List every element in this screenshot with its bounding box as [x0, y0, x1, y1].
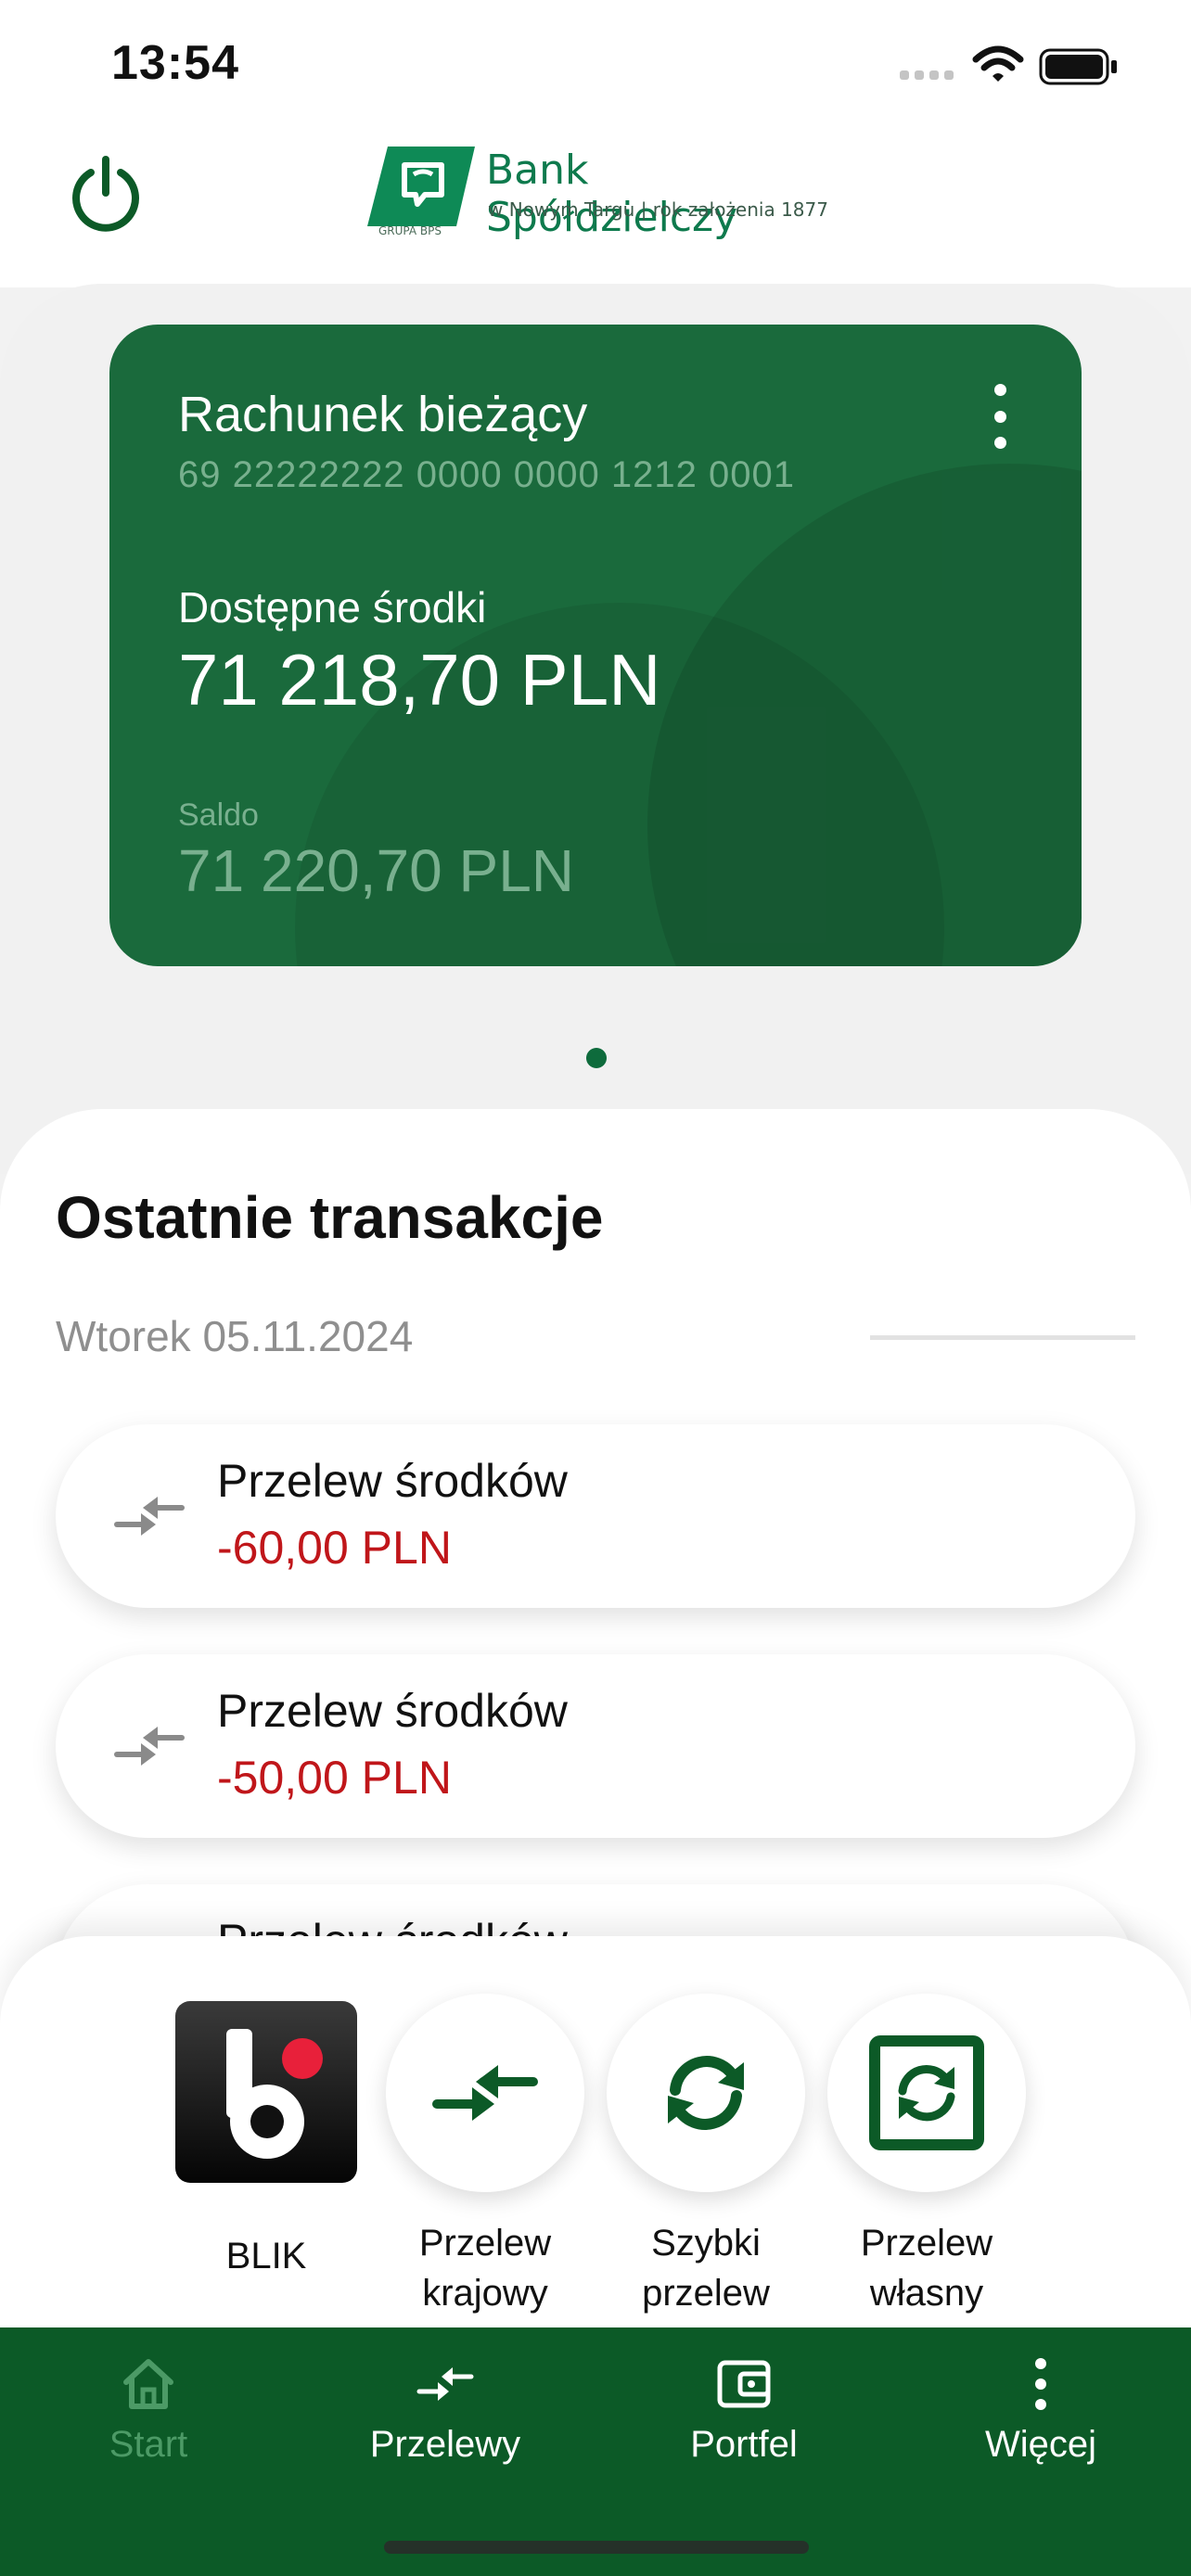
section-title: Ostatnie transakcje — [56, 1184, 604, 1251]
nav-label: Przelewy — [369, 2424, 521, 2465]
refresh-icon — [668, 2056, 744, 2130]
quick-transfer-button[interactable]: Szybki przelew — [607, 1994, 805, 2318]
transfer-icon — [114, 1727, 185, 1766]
bank-logo-mark-icon — [367, 147, 475, 226]
transaction-amount: -50,00 PLN — [217, 1752, 452, 1804]
nav-label: Więcej — [984, 2424, 1097, 2465]
bank-group: GRUPA BPS — [378, 224, 442, 237]
bank-logo: Bank Spółdzielczy w Nowym Targu | rok za… — [367, 139, 831, 241]
nav-label: Portfel — [690, 2424, 798, 2465]
bank-name: Bank Spółdzielczy — [486, 147, 738, 241]
logout-button[interactable] — [61, 148, 150, 237]
transaction-date-label: Wtorek 05.11.2024 — [56, 1312, 414, 1360]
transfer-icon — [432, 2065, 538, 2121]
nav-item-transfers[interactable]: Przelewy — [334, 2355, 557, 2466]
quick-action-label: Przelew własny — [860, 2223, 993, 2314]
nav-item-start[interactable]: Start — [37, 2355, 260, 2466]
transfer-icon — [416, 2367, 474, 2401]
status-time: 13:54 — [111, 36, 239, 90]
power-icon — [72, 156, 139, 232]
transfer-icon — [114, 1497, 185, 1536]
battery-icon — [1039, 48, 1117, 85]
own-transfer-icon — [869, 2035, 984, 2150]
transaction-item[interactable]: Przelew środków -50,00 PLN — [56, 1654, 1135, 1838]
quick-action-label: Szybki przelew — [642, 2223, 770, 2314]
date-divider — [870, 1335, 1135, 1340]
transaction-item[interactable]: Przelew środków -60,00 PLN — [56, 1424, 1135, 1608]
account-number: 69 22222222 0000 0000 1212 0001 — [178, 454, 795, 495]
home-indicator — [384, 2541, 809, 2554]
carousel-page-indicator — [586, 1048, 607, 1068]
blik-logo-icon — [175, 2001, 357, 2183]
transaction-amount: -60,00 PLN — [217, 1522, 452, 1574]
bank-tagline: w Nowym Targu | rok założenia 1877 — [488, 198, 828, 221]
wallet-icon — [717, 2360, 771, 2408]
nav-label: Start — [109, 2424, 188, 2465]
nav-item-wallet[interactable]: Portfel — [633, 2355, 855, 2466]
quick-action-label: BLIK — [225, 2236, 307, 2276]
transaction-title: Przelew środków — [217, 1455, 568, 1507]
more-icon — [1035, 2358, 1046, 2410]
available-funds-amount: 71 218,70 PLN — [178, 639, 661, 721]
balance-amount: 71 220,70 PLN — [178, 837, 574, 904]
nav-item-more[interactable]: Więcej — [929, 2355, 1152, 2466]
balance-label: Saldo — [178, 797, 259, 833]
available-funds-label: Dostępne środki — [178, 583, 487, 631]
transaction-title: Przelew środków — [217, 1685, 568, 1737]
account-name: Rachunek bieżący — [178, 387, 588, 442]
more-options-icon[interactable] — [981, 384, 1018, 449]
wifi-icon — [972, 45, 1024, 82]
blik-button[interactable]: BLIK — [167, 1994, 365, 2281]
quick-action-label: Przelew krajowy — [418, 2223, 552, 2314]
home-icon — [123, 2359, 173, 2409]
account-card[interactable]: Rachunek bieżący 69 22222222 0000 0000 1… — [109, 325, 1082, 966]
own-transfer-button[interactable]: Przelew własny — [827, 1994, 1026, 2318]
domestic-transfer-button[interactable]: Przelew krajowy — [386, 1994, 584, 2318]
signal-icon — [900, 70, 954, 80]
